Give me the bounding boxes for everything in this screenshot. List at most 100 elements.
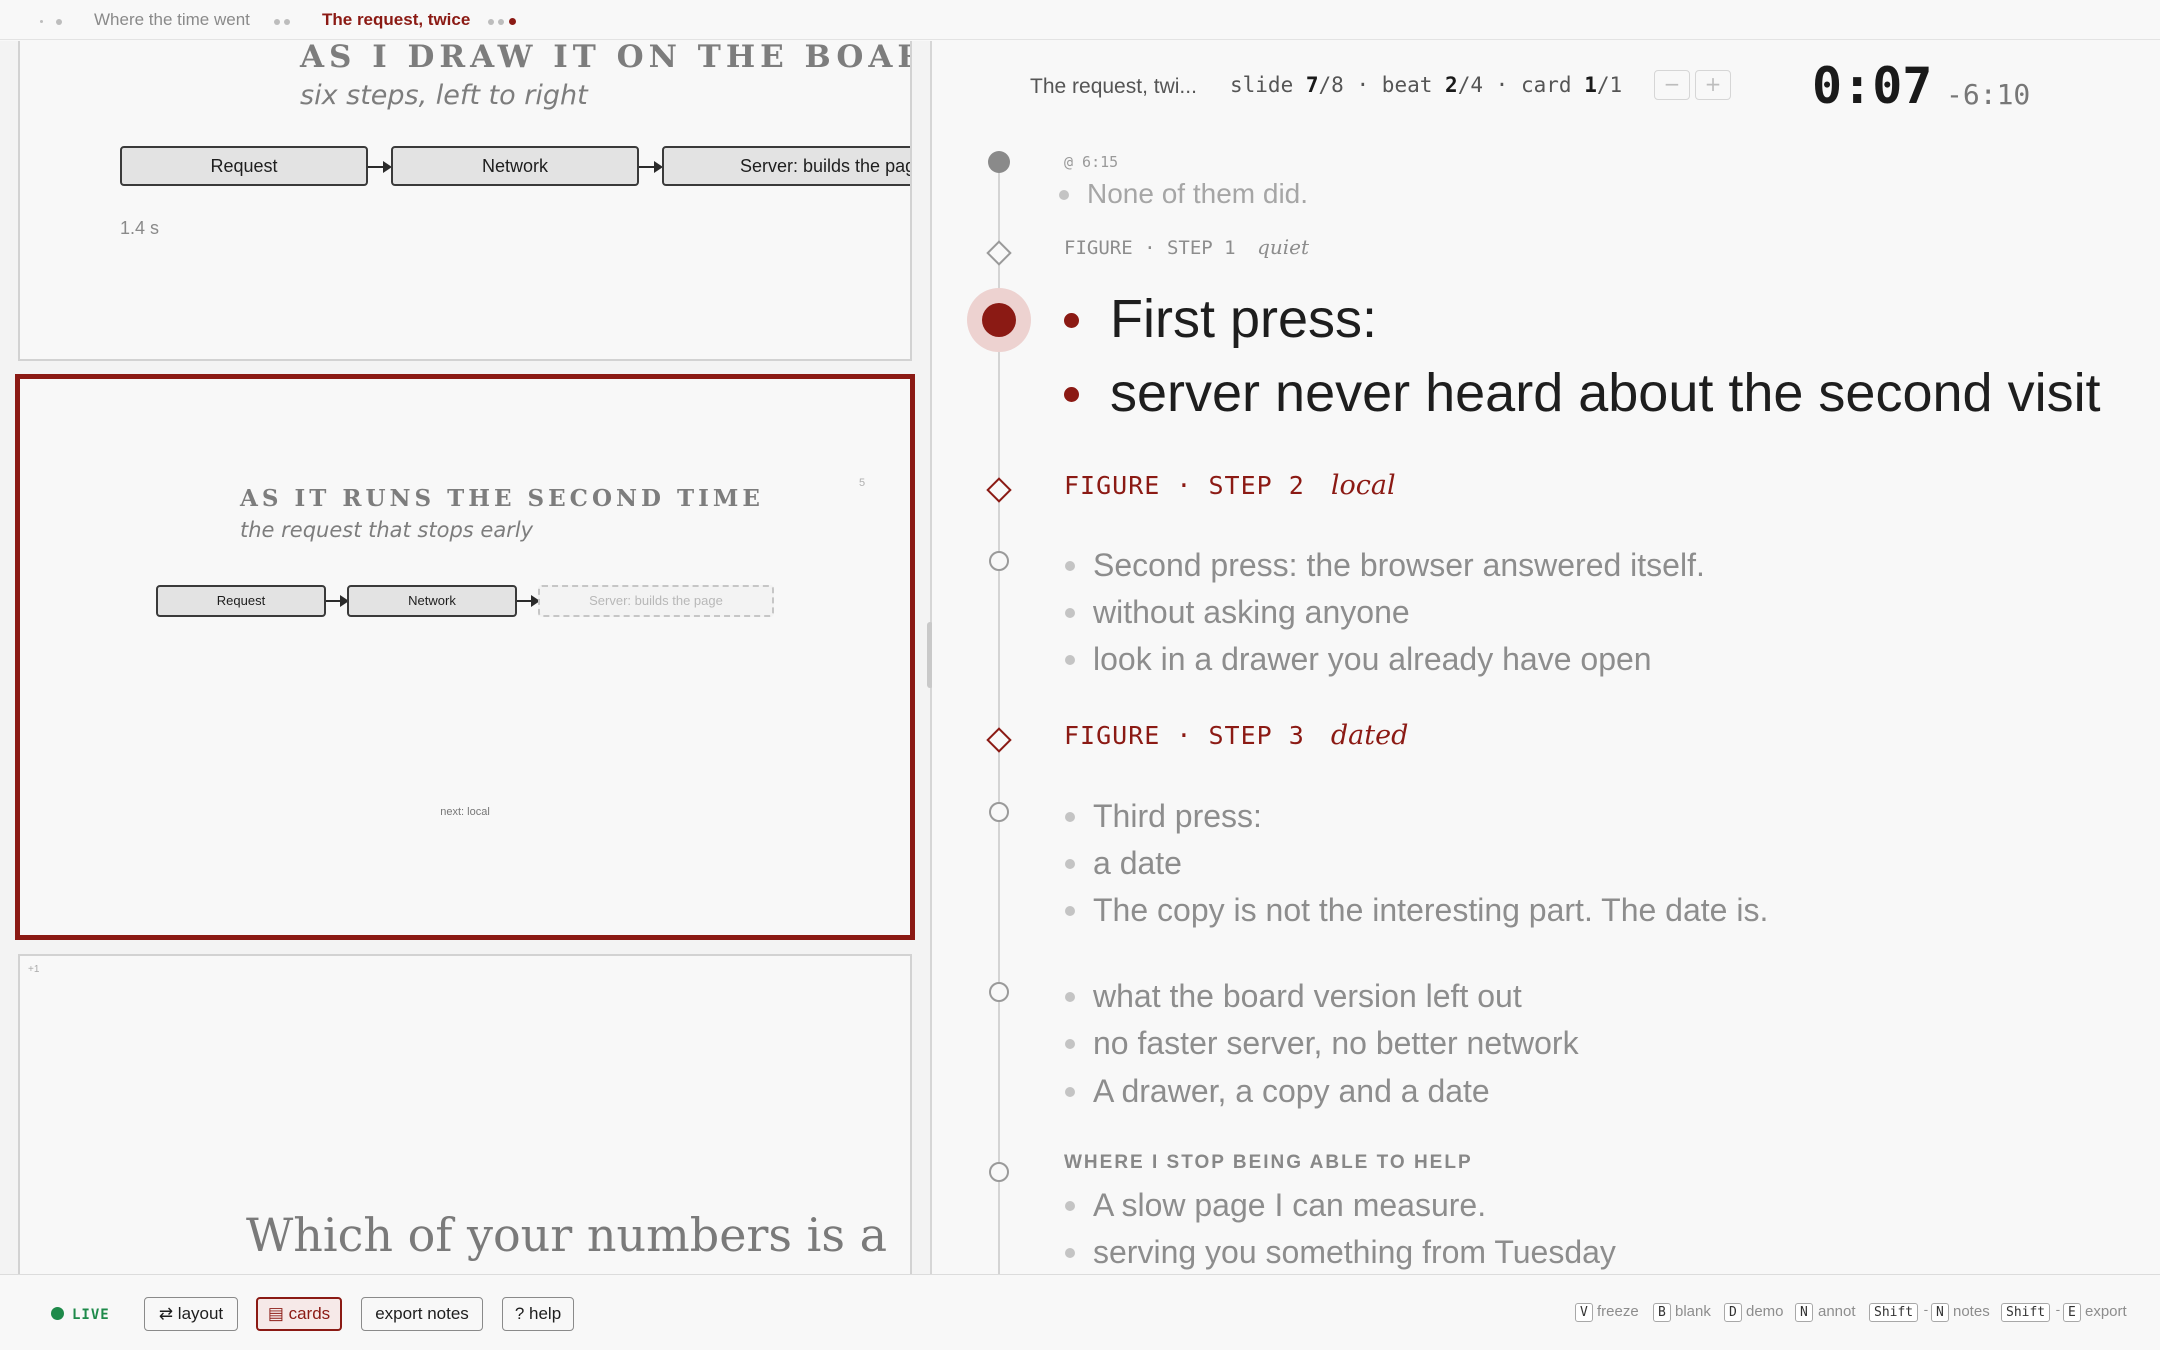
figure-step-2-tag: FIGURE · STEP 2 local [1064, 470, 1396, 501]
shortcut-key: B [1653, 1303, 1671, 1322]
figure-label: FIGURE · STEP [1064, 471, 1273, 500]
note-line: Second press: the browser answered itsel… [1065, 542, 1705, 588]
current-note-line: First press: [1063, 282, 1377, 356]
card-decrement-button[interactable]: − [1654, 70, 1690, 100]
card-current: 1 [1584, 73, 1597, 97]
shortcut-key: V [1575, 1303, 1593, 1322]
slide-thumbnail-previous[interactable]: AS I DRAW IT ON THE BOARD six steps, lef… [18, 41, 912, 361]
cards-button[interactable]: ▤ cards [256, 1297, 342, 1331]
slide-thumbnail-current[interactable]: 5 AS IT RUNS THE SECOND TIME the request… [15, 374, 915, 940]
live-indicator-dot [51, 1307, 64, 1320]
flow-step-network: Network [391, 146, 639, 186]
shortcut-key: N [1795, 1303, 1813, 1322]
slide-current: 7 [1305, 73, 1319, 97]
slide-offset-label: +1 [28, 964, 40, 975]
shortcut-joiner: - [1922, 1303, 1930, 1318]
step-cue: quiet [1257, 235, 1310, 259]
slide-subtitle: the request that stops early [240, 518, 534, 542]
timeline-node[interactable] [989, 802, 1009, 822]
section-dot[interactable] [40, 20, 43, 23]
note-line: A drawer, a copy and a date [1065, 1068, 1490, 1114]
timeline-node[interactable] [989, 1162, 1009, 1182]
section-dot[interactable] [274, 19, 280, 25]
step-cue: dated [1330, 720, 1409, 751]
figure-step-3-tag: FIGURE · STEP 3 dated [1064, 720, 1408, 751]
remaining-time: -6:10 [1946, 78, 2031, 111]
current-note-line: server never heard about the second visi… [1064, 356, 2101, 430]
slide-title: AS I DRAW IT ON THE BOARD [300, 41, 912, 75]
note-line: None of them did. [1058, 171, 1308, 217]
timeline-node-current[interactable] [967, 288, 1031, 352]
flow-step-request: Request [120, 146, 368, 186]
slide-total: /8 [1318, 73, 1344, 97]
timeline-node[interactable] [989, 982, 1009, 1002]
card-label: card [1520, 73, 1572, 97]
separator: · [1356, 73, 1370, 97]
timeline-node[interactable] [989, 551, 1009, 571]
figure-step-marker[interactable] [986, 727, 1012, 753]
figure-step-1-tag: FIGURE · STEP 1 quiet [1064, 235, 1309, 259]
elapsed-clock: 0:07 [1812, 57, 1933, 115]
note-line: serving you something from Tuesday [1065, 1229, 1616, 1274]
flow-step-server-skipped: Server: builds the page [538, 585, 774, 617]
flow-arrow [639, 161, 663, 173]
shortcut-key: E [2063, 1303, 2081, 1322]
timeline-node-past[interactable] [988, 151, 1010, 173]
note-line: without asking anyone [1065, 589, 1410, 635]
beat-current: 2 [1445, 73, 1458, 97]
shortcut-label: notes [1953, 1303, 1990, 1320]
speaker-notes-panel: The request, twi... slide 7/8 · beat 2/4… [932, 41, 2160, 1274]
step-number: 3 [1288, 721, 1305, 750]
beat-total: /4 [1457, 73, 1483, 97]
section-dot[interactable] [284, 19, 290, 25]
step-number: 2 [1288, 471, 1305, 500]
note-line: what the board version left out [1065, 973, 1522, 1019]
crumb-the-request-twice[interactable]: The request, twice [322, 10, 470, 30]
note-line: Third press: [1065, 793, 1262, 839]
slide-title: AS IT RUNS THE SECOND TIME [240, 485, 764, 512]
flow-step-request: Request [156, 585, 326, 617]
slide-number: 5 [859, 477, 866, 489]
shortcut-label: demo [1746, 1303, 1784, 1320]
step-cue: local [1330, 470, 1396, 501]
help-button[interactable]: ? help [502, 1297, 574, 1331]
figure-step-marker[interactable] [986, 240, 1012, 266]
note-line: no faster server, no better network [1065, 1020, 1579, 1066]
note-line: a date [1065, 840, 1182, 886]
flow-arrow [326, 595, 349, 607]
section-dot[interactable] [56, 19, 62, 25]
figure-label: FIGURE · STEP [1064, 721, 1273, 750]
step-number: 1 [1224, 237, 1236, 259]
layout-button[interactable]: ⇄ layout [144, 1297, 238, 1331]
export-notes-button[interactable]: export notes [361, 1297, 483, 1331]
slide-headline: Which of your numbers is a [246, 1208, 888, 1262]
note-line: look in a drawer you already have open [1065, 636, 1652, 682]
figure-label: FIGURE · STEP [1064, 237, 1213, 259]
shortcut-joiner: - [2054, 1303, 2062, 1318]
slide-strip: AS I DRAW IT ON THE BOARD six steps, lef… [0, 41, 930, 1274]
figure-step-marker[interactable] [986, 477, 1012, 503]
shortcut-key: Shift [1869, 1303, 1919, 1322]
card-increment-button[interactable]: + [1695, 70, 1731, 100]
shortcut-key: Shift [2001, 1303, 2051, 1322]
beat-label: beat [1381, 73, 1433, 97]
flow-arrow [368, 161, 392, 173]
card-total: /1 [1596, 73, 1623, 97]
top-bar: Where the time went The request, twice [0, 0, 2160, 40]
shortcut-key: N [1931, 1303, 1949, 1322]
beat-timestamp: @ 6:15 [1064, 153, 1119, 171]
timing-label: 1.4 s [120, 218, 160, 238]
crumb-where-the-time-went[interactable]: Where the time went [94, 10, 250, 30]
shortcut-label: freeze [1597, 1303, 1639, 1320]
section-dot-current[interactable] [509, 18, 516, 25]
shortcut-key: D [1724, 1303, 1742, 1322]
note-line: A slow page I can measure. [1064, 1182, 1486, 1228]
section-dot[interactable] [488, 19, 494, 25]
slide-subtitle: six steps, left to right [300, 80, 588, 111]
flow-arrow [517, 595, 540, 607]
section-dot[interactable] [498, 19, 504, 25]
note-line: The copy is not the interesting part. Th… [1064, 887, 1768, 933]
bottom-toolbar: LIVE ⇄ layout ▤ cards export notes ? hel… [0, 1274, 2160, 1350]
shortcut-label: blank [1675, 1303, 1711, 1320]
slide-thumbnail-next[interactable]: +1 Which of your numbers is a [18, 954, 912, 1274]
